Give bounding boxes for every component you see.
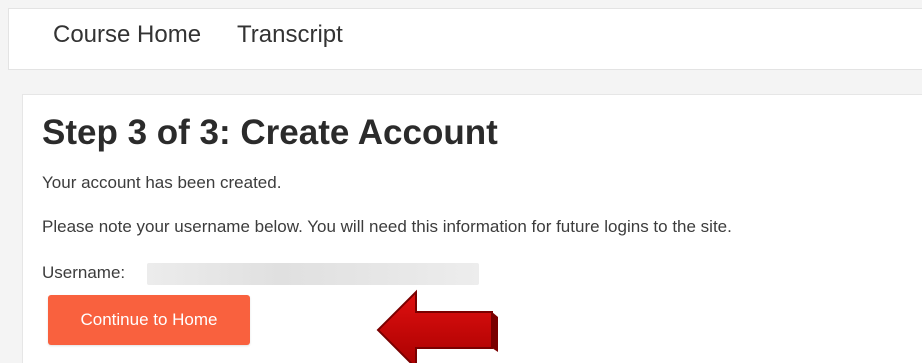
red-left-arrow-icon bbox=[376, 289, 498, 363]
nav-transcript[interactable]: Transcript bbox=[237, 21, 343, 49]
username-value-redacted bbox=[147, 263, 479, 285]
page-title: Step 3 of 3: Create Account bbox=[42, 113, 498, 152]
account-created-message: Your account has been created. bbox=[42, 173, 282, 192]
top-navigation: Course Home Transcript bbox=[8, 8, 922, 70]
username-note-message: Please note your username below. You wil… bbox=[42, 217, 732, 236]
continue-to-home-button[interactable]: Continue to Home bbox=[48, 295, 250, 345]
nav-course-home[interactable]: Course Home bbox=[53, 21, 201, 49]
username-label: Username: bbox=[42, 263, 126, 282]
